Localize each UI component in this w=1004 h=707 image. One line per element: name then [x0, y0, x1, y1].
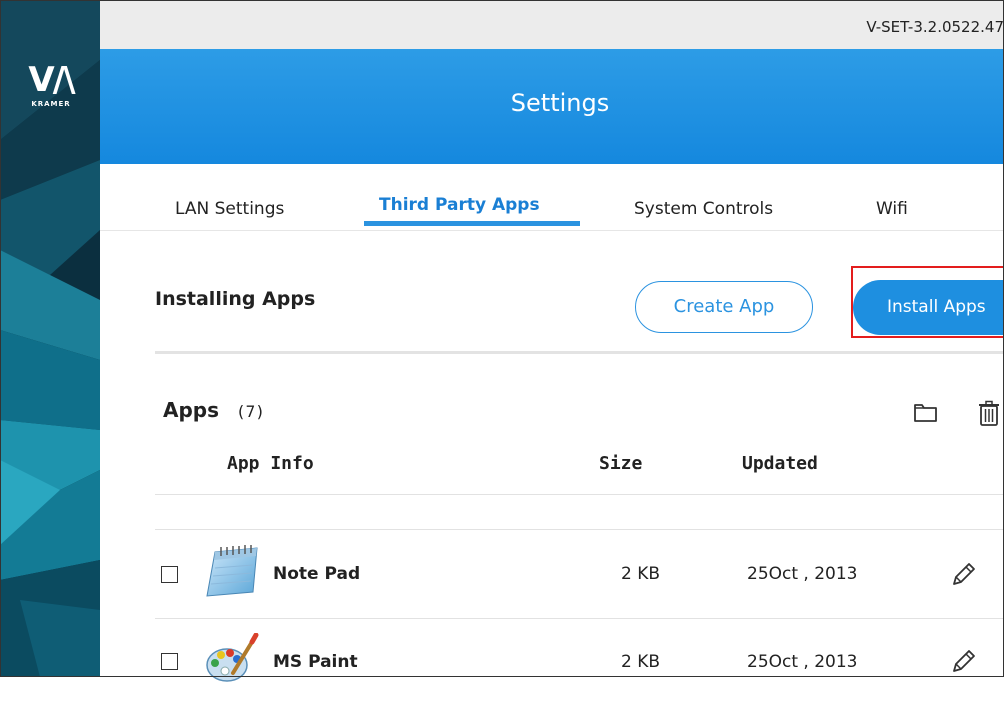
window-frame: [0, 0, 1004, 677]
